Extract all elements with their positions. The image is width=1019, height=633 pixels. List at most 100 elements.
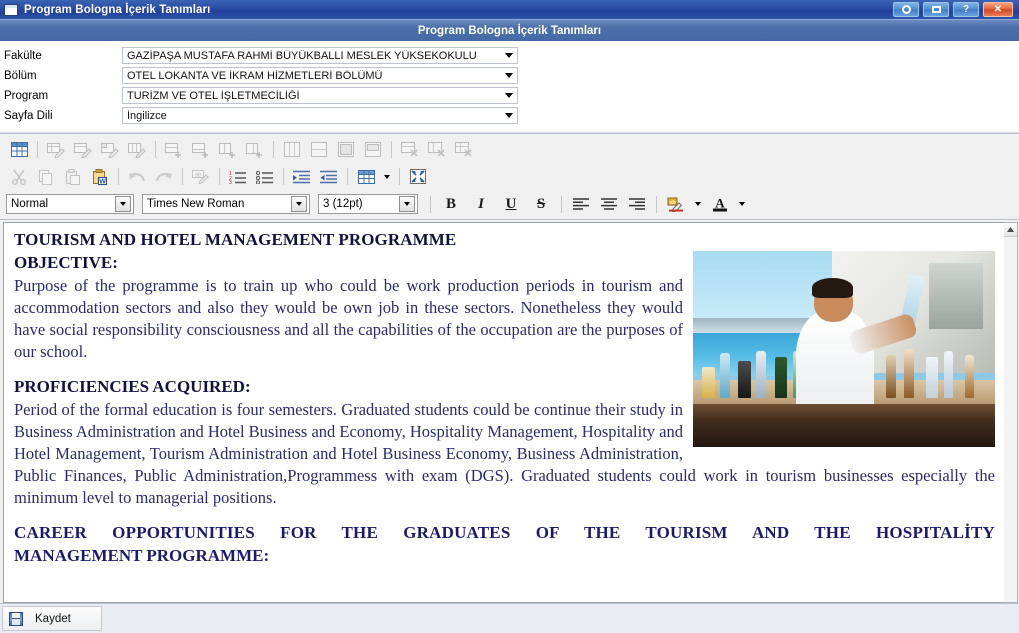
refresh-icon xyxy=(901,5,911,14)
table-toolbar xyxy=(0,136,1019,163)
align-center-icon[interactable] xyxy=(596,193,622,216)
spellcheck-icon[interactable]: ab xyxy=(188,165,214,188)
bulleted-list-icon[interactable] xyxy=(252,165,278,188)
paste-icon[interactable] xyxy=(60,165,86,188)
underline-button[interactable]: U xyxy=(497,193,525,215)
help-button[interactable]: ? xyxy=(953,2,979,17)
toolbar-separator xyxy=(283,168,284,185)
sayfa-dili-value: İngilizce xyxy=(127,109,167,122)
numbered-list-icon[interactable]: 1 2 3 xyxy=(225,165,251,188)
column-properties-icon[interactable] xyxy=(124,138,150,161)
split-cell-vertical-icon[interactable] xyxy=(279,138,305,161)
copy-icon[interactable] xyxy=(33,165,59,188)
fullscreen-icon[interactable] xyxy=(405,165,431,188)
toolbar-separator xyxy=(219,168,220,185)
document-heading-3-line2: MANAGEMENT PROGRAMME: xyxy=(14,546,270,566)
insert-table-icon[interactable] xyxy=(6,138,32,161)
merge-cells-down-icon[interactable] xyxy=(360,138,386,161)
paste-from-word-icon[interactable]: W xyxy=(87,165,113,188)
font-color-icon[interactable]: A xyxy=(707,193,733,216)
table-grid-chevron-down-icon[interactable] xyxy=(380,165,394,188)
filter-row-sayfa-dili: Sayfa Dili İngilizce xyxy=(0,106,1019,125)
font-size-chevron-down-icon[interactable] xyxy=(399,196,415,212)
bolum-select[interactable]: OTEL LOKANTA VE İKRAM HİZMETLERİ BÖLÜMÜ xyxy=(122,67,518,84)
strikethrough-button[interactable]: S xyxy=(527,193,555,215)
insert-column-right-icon[interactable] xyxy=(242,138,268,161)
redo-icon[interactable] xyxy=(151,165,177,188)
merge-cells-icon[interactable] xyxy=(333,138,359,161)
filter-form: Fakülte GAZİPAŞA MUSTAFA RAHMİ BÜYÜKBALL… xyxy=(0,42,1019,133)
sayfa-dili-select[interactable]: İngilizce xyxy=(122,107,518,124)
delete-row-icon[interactable] xyxy=(397,138,423,161)
fakulte-label: Fakülte xyxy=(4,49,42,62)
paragraph-style-select[interactable]: Normal xyxy=(6,194,134,214)
toolbar-separator xyxy=(118,168,119,185)
toolbar-separator xyxy=(399,168,400,185)
sayfa-dili-chevron-down-icon[interactable] xyxy=(501,108,517,123)
text-highlight-chevron-down-icon[interactable] xyxy=(691,193,705,216)
cell-properties-icon[interactable] xyxy=(97,138,123,161)
sayfa-dili-label: Sayfa Dili xyxy=(4,109,53,122)
svg-text:A: A xyxy=(715,196,725,211)
toolbar-separator xyxy=(347,168,348,185)
font-family-select[interactable]: Times New Roman xyxy=(142,194,310,214)
scrollbar-track[interactable] xyxy=(1004,237,1017,602)
refresh-button[interactable] xyxy=(893,2,919,17)
indent-icon[interactable] xyxy=(289,165,315,188)
bold-button[interactable]: B xyxy=(437,193,465,215)
font-color-chevron-down-icon[interactable] xyxy=(735,193,749,216)
scroll-up-button[interactable] xyxy=(1004,223,1017,237)
window-title: Program Bologna İçerik Tanımları xyxy=(24,3,211,16)
program-chevron-down-icon[interactable] xyxy=(501,88,517,103)
insert-row-below-icon[interactable] xyxy=(188,138,214,161)
save-button-label: Kaydet xyxy=(35,612,71,625)
font-family-chevron-down-icon[interactable] xyxy=(291,196,307,212)
undo-icon[interactable] xyxy=(124,165,150,188)
document-title: TOURISM AND HOTEL MANAGEMENT PROGRAMME xyxy=(14,230,457,249)
fakulte-select[interactable]: GAZİPAŞA MUSTAFA RAHMİ BÜYÜKBALLI MESLEK… xyxy=(122,47,518,64)
bolum-value: OTEL LOKANTA VE İKRAM HİZMETLERİ BÖLÜMÜ xyxy=(127,69,383,82)
svg-text:3: 3 xyxy=(229,180,232,184)
section-header: Program Bologna İçerik Tanımları xyxy=(0,20,1019,42)
bolum-chevron-down-icon[interactable] xyxy=(501,68,517,83)
toolbar-separator xyxy=(391,141,392,158)
split-cell-horizontal-icon[interactable] xyxy=(306,138,332,161)
align-left-icon[interactable] xyxy=(568,193,594,216)
font-family-value: Times New Roman xyxy=(147,198,245,210)
document-page[interactable]: TOURISM AND HOTEL MANAGEMENT PROGRAMME O… xyxy=(4,223,1005,568)
toolbar-separator xyxy=(430,195,431,213)
save-button[interactable]: Kaydet xyxy=(2,606,102,631)
fakulte-chevron-down-icon[interactable] xyxy=(501,48,517,63)
svg-text:ab: ab xyxy=(669,200,675,206)
table-grid-icon[interactable] xyxy=(353,165,379,188)
align-right-icon[interactable] xyxy=(624,193,650,216)
status-bar: Kaydet xyxy=(0,603,1019,633)
insert-column-left-icon[interactable] xyxy=(215,138,241,161)
cut-icon[interactable] xyxy=(6,165,32,188)
delete-table-icon[interactable] xyxy=(451,138,477,161)
font-size-select[interactable]: 3 (12pt) xyxy=(318,194,418,214)
table-properties-icon[interactable] xyxy=(43,138,69,161)
program-select[interactable]: TURİZM VE OTEL İŞLETMECİLİĞİ xyxy=(122,87,518,104)
application-window: Program Bologna İçerik Tanımları ? ✕ Pro… xyxy=(0,0,1019,633)
text-highlight-icon[interactable]: ab xyxy=(663,193,689,216)
delete-column-icon[interactable] xyxy=(424,138,450,161)
toolbar-separator xyxy=(656,195,657,213)
row-properties-icon[interactable] xyxy=(70,138,96,161)
restore-icon xyxy=(931,6,941,13)
document-area: TOURISM AND HOTEL MANAGEMENT PROGRAMME O… xyxy=(0,220,1019,603)
outdent-icon[interactable] xyxy=(316,165,342,188)
vertical-scrollbar[interactable] xyxy=(1004,222,1018,603)
filter-row-fakulte: Fakülte GAZİPAŞA MUSTAFA RAHMİ BÜYÜKBALL… xyxy=(0,46,1019,65)
italic-button[interactable]: I xyxy=(467,193,495,215)
close-button[interactable]: ✕ xyxy=(983,2,1013,17)
svg-text:ab: ab xyxy=(195,173,202,179)
filter-row-bolum: Bölüm OTEL LOKANTA VE İKRAM HİZMETLERİ B… xyxy=(0,66,1019,85)
toolbar-separator xyxy=(182,168,183,185)
toolbar-separator xyxy=(561,195,562,213)
rich-text-editor[interactable]: TOURISM AND HOTEL MANAGEMENT PROGRAMME O… xyxy=(3,222,1005,603)
insert-row-above-icon[interactable] xyxy=(161,138,187,161)
paragraph-style-chevron-down-icon[interactable] xyxy=(115,196,131,212)
restore-button[interactable] xyxy=(923,2,949,17)
